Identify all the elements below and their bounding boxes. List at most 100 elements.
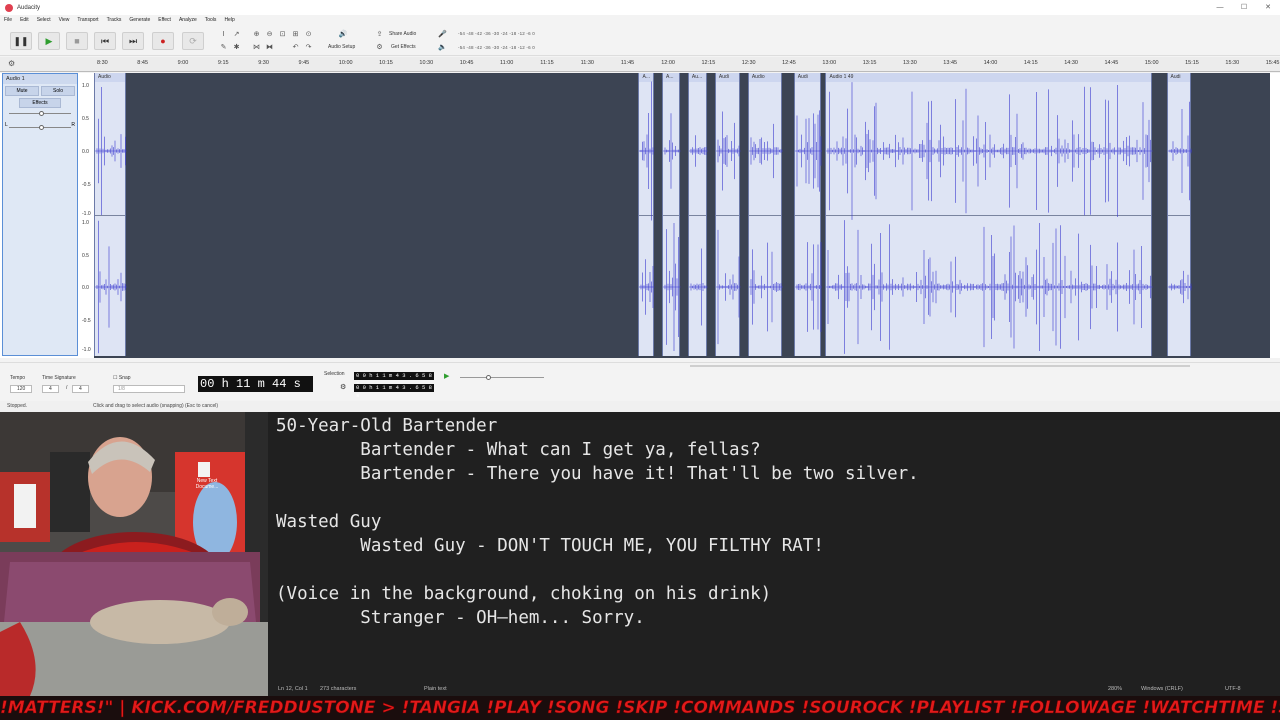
waveform-area[interactable]: Audio A... A... Au... Audi Audio Audi Audio 1 4…: [94, 73, 1270, 358]
record-button[interactable]: ●: [152, 32, 174, 50]
notepad-editor[interactable]: 50-Year-Old Bartender Bartender - What c…: [268, 412, 1280, 696]
snap-checkbox[interactable]: ☐ Snap: [113, 375, 131, 381]
trim-icon[interactable]: ⋈: [251, 42, 262, 53]
pan-slider-thumb[interactable]: [39, 125, 44, 130]
track-name[interactable]: Audio 1: [3, 74, 77, 84]
audio-clip[interactable]: A...: [662, 73, 681, 356]
stop-button[interactable]: ■: [66, 32, 88, 50]
menu-effect[interactable]: Effect: [154, 15, 175, 26]
line-ending[interactable]: Windows (CRLF): [1141, 682, 1183, 696]
menu-analyze[interactable]: Analyze: [175, 15, 201, 26]
mute-button[interactable]: Mute: [5, 86, 39, 96]
maximize-button[interactable]: ☐: [1232, 0, 1256, 15]
fit-project-icon[interactable]: ⊞: [290, 29, 301, 40]
zoom-out-icon[interactable]: ⊖: [264, 29, 275, 40]
fit-selection-icon[interactable]: ⊡: [277, 29, 288, 40]
get-effects-label[interactable]: Get Effects: [391, 44, 416, 50]
skip-start-button[interactable]: ⏮: [94, 32, 116, 50]
ruler-tick-label: 11:30: [580, 60, 594, 66]
close-button[interactable]: ✕: [1256, 0, 1280, 15]
snap-select[interactable]: 1/8: [113, 385, 185, 393]
menu-generate[interactable]: Generate: [125, 15, 154, 26]
editor-line: Wasted Guy - DON'T TOUCH ME, YOU FILTHY …: [276, 536, 824, 556]
mic-icon[interactable]: 🎤: [437, 29, 448, 40]
ruler-tick-label: 13:30: [903, 60, 917, 66]
play-button[interactable]: ▶: [38, 32, 60, 50]
audio-clip[interactable]: Au...: [687, 73, 708, 356]
playback-meter-scale[interactable]: -54 -48 -42 -36 -30 -24 -18 -12 -6 0: [458, 45, 535, 50]
solo-button[interactable]: Solo: [41, 86, 75, 96]
tempo-input[interactable]: 120: [10, 385, 33, 393]
editor-status-bar: Ln 12, Col 1 273 characters Plain text 2…: [268, 682, 1280, 696]
timeline-ruler[interactable]: ⚙ 8:30 8:45 9:00 9:15 9:30 9:45 10:00 10:15 10:3…: [0, 57, 1280, 72]
zoom-in-icon[interactable]: ⊕: [251, 29, 262, 40]
encoding[interactable]: UTF-8: [1225, 682, 1241, 696]
ruler-tick-label: 9:15: [217, 60, 229, 66]
loop-button[interactable]: ⟳: [182, 32, 204, 50]
get-effects-icon[interactable]: ⚙: [374, 42, 385, 53]
ruler-tick-label: 14:30: [1064, 60, 1078, 66]
scale-label: -1.0: [82, 347, 91, 353]
menu-help[interactable]: Help: [220, 15, 238, 26]
effects-button[interactable]: Effects: [19, 98, 61, 108]
menu-transport[interactable]: Transport: [73, 15, 102, 26]
audio-clip[interactable]: Audio: [747, 73, 783, 356]
audio-clip[interactable]: Audio: [94, 73, 127, 356]
ruler-tick-label: 10:15: [379, 60, 393, 66]
menu-view[interactable]: View: [55, 15, 74, 26]
draw-tool-icon[interactable]: ✎: [218, 42, 229, 53]
ruler-tick-label: 13:45: [943, 60, 958, 66]
menu-tools[interactable]: Tools: [201, 15, 221, 26]
envelope-tool-icon[interactable]: ↗: [231, 29, 242, 40]
audio-clip[interactable]: Audi: [1166, 73, 1193, 356]
skip-end-button[interactable]: ⏭: [122, 32, 144, 50]
record-meter-scale[interactable]: -54 -48 -42 -36 -30 -24 -18 -12 -6 0: [458, 31, 535, 36]
silence-icon[interactable]: ⧓: [264, 42, 275, 53]
menu-tracks[interactable]: Tracks: [103, 15, 126, 26]
play-at-speed-icon[interactable]: ▶: [444, 372, 449, 380]
menu-edit[interactable]: Edit: [16, 15, 33, 26]
time-display[interactable]: 00 h 11 m 44 s: [198, 376, 313, 392]
desktop-icon-label[interactable]: New Text Docume...: [190, 478, 224, 490]
audio-clip[interactable]: Audi: [793, 73, 822, 356]
pan-slider[interactable]: L R: [5, 122, 75, 133]
audio-clip[interactable]: Audi: [714, 73, 741, 356]
share-audio-icon[interactable]: ⇪: [374, 29, 385, 40]
vertical-scale[interactable]: 1.0 0.5 0.0 -0.5 -1.0 1.0 0.5 0.0 -0.5 -…: [80, 73, 94, 358]
multi-tool-icon[interactable]: ✱: [231, 42, 242, 53]
selection-end[interactable]: 0 0 h 1 1 m 4 3 . 6 5 8 s: [354, 384, 434, 399]
ruler-tick-label: 9:45: [298, 60, 310, 66]
ruler-settings-icon[interactable]: ⚙: [8, 59, 15, 68]
gain-slider[interactable]: [9, 111, 71, 119]
ruler-tick-label: 9:30: [258, 60, 269, 66]
pause-button[interactable]: ❚❚: [10, 32, 32, 50]
menu-select[interactable]: Select: [33, 15, 55, 26]
audio-clip[interactable]: Audio 1 49: [825, 73, 1154, 356]
time-signature-denominator[interactable]: 4: [72, 385, 89, 393]
gain-slider-thumb[interactable]: [39, 111, 44, 116]
zoom-toggle-icon[interactable]: ⊙: [303, 29, 314, 40]
horizontal-scrollbar[interactable]: [690, 365, 1190, 367]
minimize-button[interactable]: —: [1208, 0, 1232, 15]
speaker-icon[interactable]: 🔈: [437, 42, 448, 53]
speed-slider-thumb[interactable]: [486, 375, 491, 380]
selection-tool-icon[interactable]: I: [218, 29, 229, 40]
audio-setup-label[interactable]: Audio Setup: [328, 44, 355, 50]
ruler-tick-label: 11:00: [500, 60, 514, 66]
audio-setup-icon[interactable]: 🔊: [335, 29, 351, 40]
stop-icon: ■: [74, 36, 80, 46]
undo-icon[interactable]: ↶: [290, 42, 301, 53]
toolbar: ❚❚ ▶ ■ ⏮ ⏭ ● ⟳ I ↗ ✎ ✱ ⊕ ⊖ ⊡ ⊞ ⊙ ⋈ ⧓ ↶ ↷…: [0, 26, 1280, 56]
time-signature-label: Time Signature: [42, 375, 76, 381]
selection-settings-icon[interactable]: ⚙: [340, 383, 346, 391]
audio-clip[interactable]: A...: [638, 73, 655, 356]
zoom-level[interactable]: 280%: [1108, 682, 1122, 696]
menu-file[interactable]: File: [0, 15, 16, 26]
ruler-tick-label: 15:30: [1225, 60, 1240, 66]
share-audio-label[interactable]: Share Audio: [389, 31, 416, 37]
playback-speed-slider[interactable]: [460, 375, 544, 380]
redo-icon[interactable]: ↷: [303, 42, 314, 53]
time-signature-numerator[interactable]: 4: [42, 385, 59, 393]
selection-start[interactable]: 0 0 h 1 1 m 4 3 . 6 5 8 s: [354, 372, 434, 387]
scale-label: 1.0: [82, 220, 89, 226]
